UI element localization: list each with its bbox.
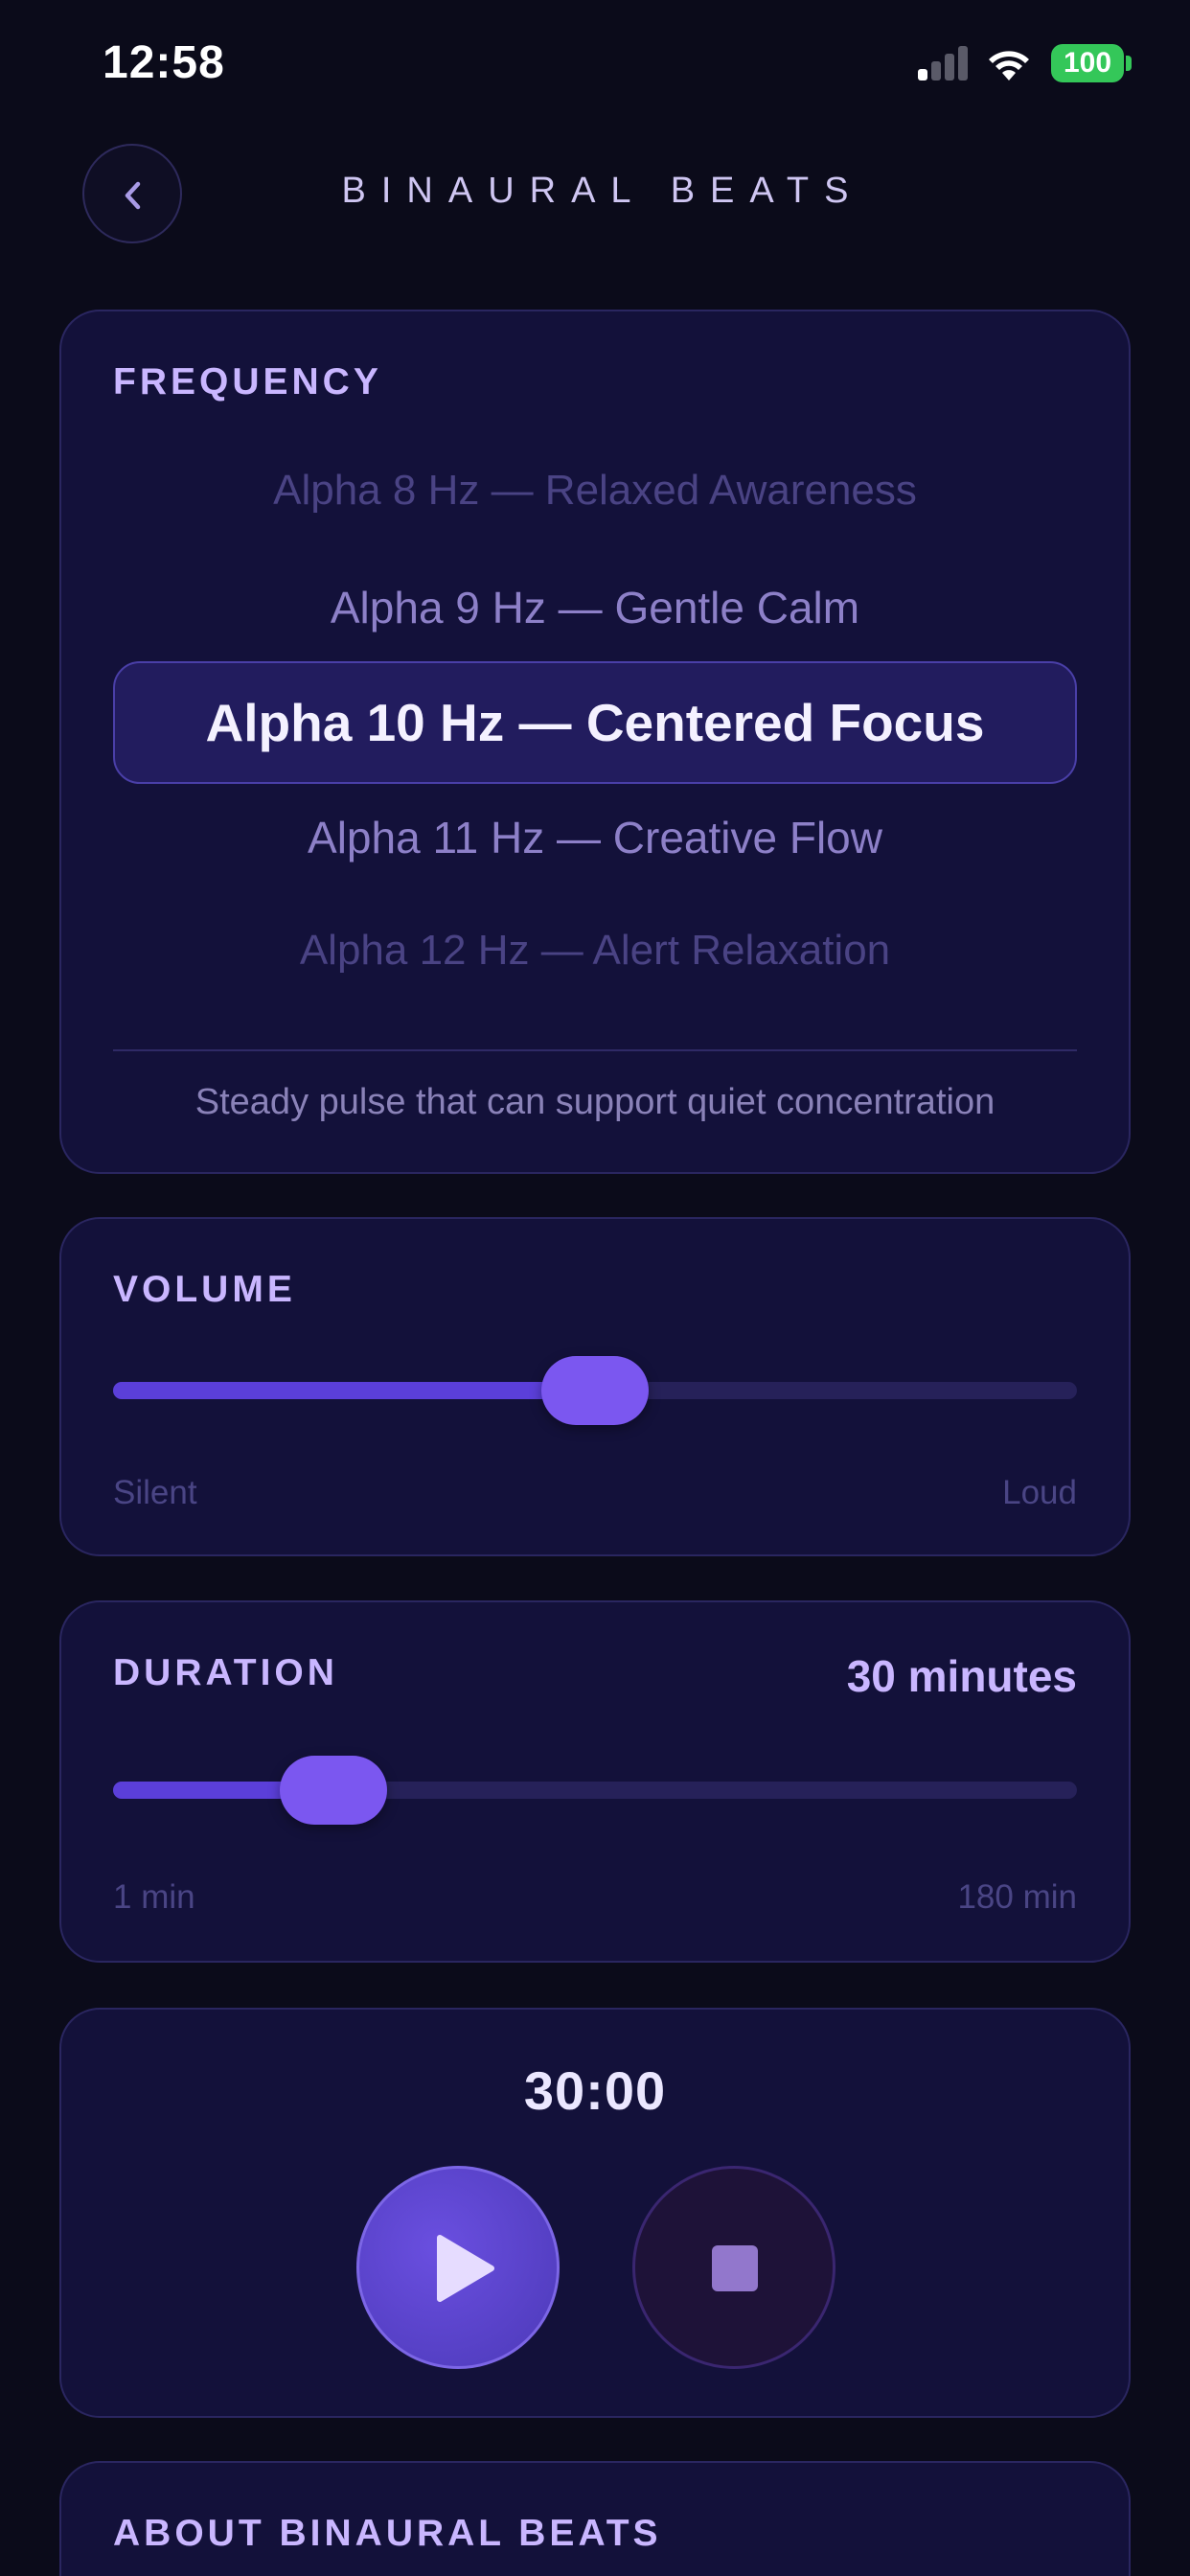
status-bar: 12:58 100 <box>0 0 1190 134</box>
frequency-description: Steady pulse that can support quiet conc… <box>195 1082 995 1122</box>
wifi-icon <box>989 51 1029 80</box>
duration-value: 30 minutes <box>846 1651 1077 1701</box>
volume-slider-fill <box>113 1382 595 1399</box>
frequency-option[interactable]: Alpha 8 Hz — Relaxed Awareness <box>61 467 1129 515</box>
player-card: 30:00 <box>59 2008 1131 2418</box>
page-title: BINAURAL BEATS <box>341 171 864 211</box>
battery-indicator: 100 <box>1051 44 1124 82</box>
play-icon <box>437 2235 494 2302</box>
stop-button[interactable] <box>632 2166 835 2369</box>
countdown-timer: 30:00 <box>523 2060 667 2121</box>
volume-slider[interactable] <box>113 1356 1077 1425</box>
duration-label: DURATION <box>113 1652 338 1693</box>
frequency-option[interactable]: Alpha 11 Hz — Creative Flow <box>61 812 1129 863</box>
frequency-option[interactable]: Alpha 9 Hz — Gentle Calm <box>61 582 1129 633</box>
cellular-signal-icon <box>918 46 970 80</box>
duration-card: DURATION 30 minutes 1 min 180 min <box>59 1600 1131 1963</box>
divider <box>113 1049 1077 1051</box>
duration-slider-thumb[interactable] <box>279 1756 387 1825</box>
duration-min-label: 1 min <box>113 1878 195 1916</box>
volume-label: VOLUME <box>113 1269 296 1310</box>
about-card: ABOUT BINAURAL BEATS <box>59 2461 1131 2576</box>
battery-cap <box>1126 56 1132 71</box>
stop-icon <box>712 2245 758 2291</box>
frequency-option-selected-label: Alpha 10 Hz — Centered Focus <box>205 693 985 752</box>
volume-min-label: Silent <box>113 1474 197 1511</box>
frequency-card: FREQUENCY Alpha 8 Hz — Relaxed Awareness… <box>59 310 1131 1174</box>
volume-max-label: Loud <box>1002 1474 1077 1511</box>
play-button[interactable] <box>356 2166 560 2369</box>
about-label: ABOUT BINAURAL BEATS <box>113 2513 662 2554</box>
volume-slider-thumb[interactable] <box>541 1356 649 1425</box>
frequency-option[interactable]: Alpha 12 Hz — Alert Relaxation <box>61 927 1129 975</box>
frequency-option-selected[interactable]: Alpha 10 Hz — Centered Focus <box>113 661 1077 784</box>
duration-slider[interactable] <box>113 1756 1077 1825</box>
duration-max-label: 180 min <box>957 1878 1077 1916</box>
frequency-label: FREQUENCY <box>113 361 382 402</box>
volume-card: VOLUME Silent Loud <box>59 1217 1131 1556</box>
binaural-beats-screen: 12:58 100 BINAURAL BEATS FREQUENCY Alpha… <box>0 0 1190 2576</box>
status-time: 12:58 <box>103 37 225 88</box>
